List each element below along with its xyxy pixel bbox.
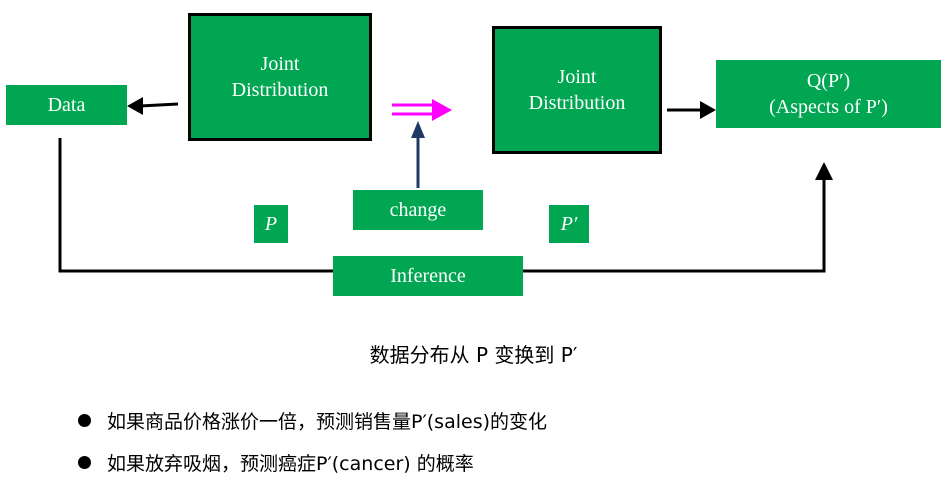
joint-distribution-box-right: Joint Distribution (492, 26, 662, 154)
bullet-dot-icon (78, 413, 91, 427)
bullet-list: 如果商品价格涨价一倍，预测销售量P′(sales)的变化 如果放弃吸烟，预测癌症… (78, 406, 547, 490)
p-box: P (254, 205, 288, 243)
q-aspects-label: Q(P′) (Aspects of P′) (769, 70, 888, 118)
inference-arrowhead (815, 162, 833, 180)
change-box: change (353, 190, 483, 230)
caption: 数据分布从 P 变换到 P′ (369, 343, 578, 367)
change-arrowhead (411, 121, 425, 138)
bullet-text: 如果放弃吸烟，预测癌症P′(cancer) 的概率 (107, 452, 474, 475)
bullet-item: 如果放弃吸烟，预测癌症P′(cancer) 的概率 (78, 448, 547, 476)
transform-arrowhead (432, 99, 452, 121)
inference-path (58, 138, 333, 273)
q-aspects-box: Q(P′) (Aspects of P′) (716, 60, 941, 128)
p-prime-box: P′ (549, 205, 589, 243)
bullet-item: 如果商品价格涨价一倍，预测销售量P′(sales)的变化 (78, 406, 547, 434)
joint-to-q-arrowhead (700, 101, 716, 119)
bullet-dot-icon (78, 455, 91, 469)
joint-distribution-box-left: Joint Distribution (188, 13, 372, 141)
bullet-text: 如果商品价格涨价一倍，预测销售量P′(sales)的变化 (107, 410, 548, 433)
data-box: Data (6, 85, 127, 125)
inference-box: Inference (333, 256, 523, 296)
joint-to-data-arrowhead (127, 97, 143, 115)
joint-to-data-arrow (139, 102, 179, 108)
